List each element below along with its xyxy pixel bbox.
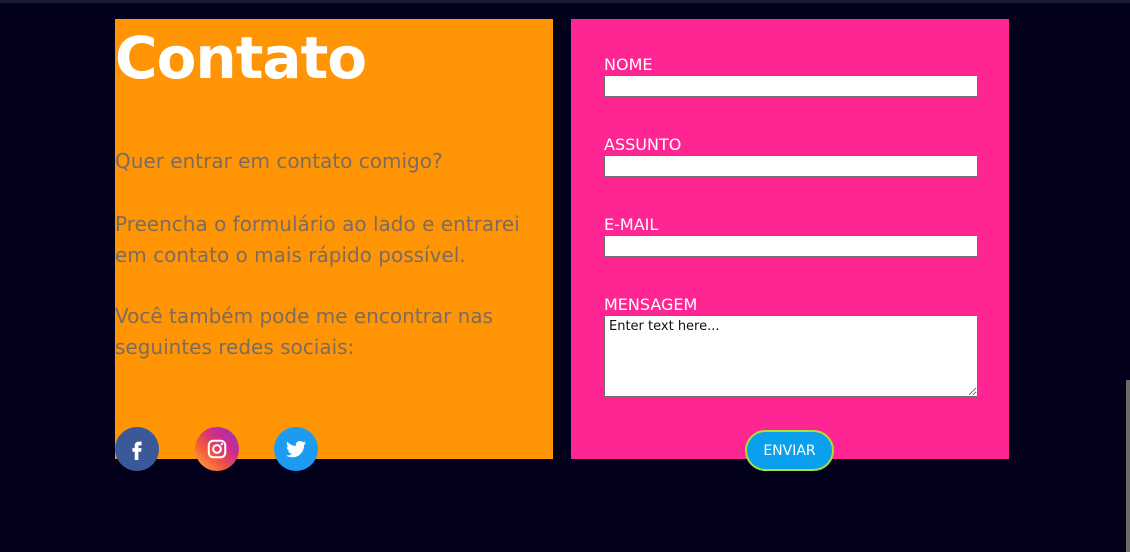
email-field[interactable] <box>604 235 978 257</box>
intro-question: Quer entrar em contato comigo? <box>115 149 443 173</box>
contact-info-panel: Contato Quer entrar em contato comigo? P… <box>115 19 553 459</box>
send-button[interactable]: ENVIAR <box>745 430 834 471</box>
message-label: MENSAGEM <box>604 295 698 314</box>
twitter-link[interactable] <box>274 427 318 471</box>
message-field[interactable] <box>604 315 978 397</box>
scrollbar[interactable] <box>1126 380 1130 552</box>
instagram-link[interactable] <box>195 427 239 471</box>
subject-label: ASSUNTO <box>604 135 682 154</box>
email-label: E-MAIL <box>604 215 659 234</box>
subject-field[interactable] <box>604 155 978 177</box>
top-border <box>0 0 1130 3</box>
facebook-icon <box>132 441 142 460</box>
instagram-icon <box>207 439 227 459</box>
intro-socials-text: Você também pode me encontrar nas seguin… <box>115 304 494 359</box>
name-label: NOME <box>604 55 653 74</box>
page: Contato Quer entrar em contato comigo? P… <box>0 0 1130 552</box>
twitter-icon <box>286 441 306 458</box>
page-title: Contato <box>115 24 367 92</box>
intro-instructions: Preencha o formulário ao lado e entrarei… <box>115 212 520 267</box>
name-field[interactable] <box>604 75 978 97</box>
facebook-link[interactable] <box>115 427 159 471</box>
